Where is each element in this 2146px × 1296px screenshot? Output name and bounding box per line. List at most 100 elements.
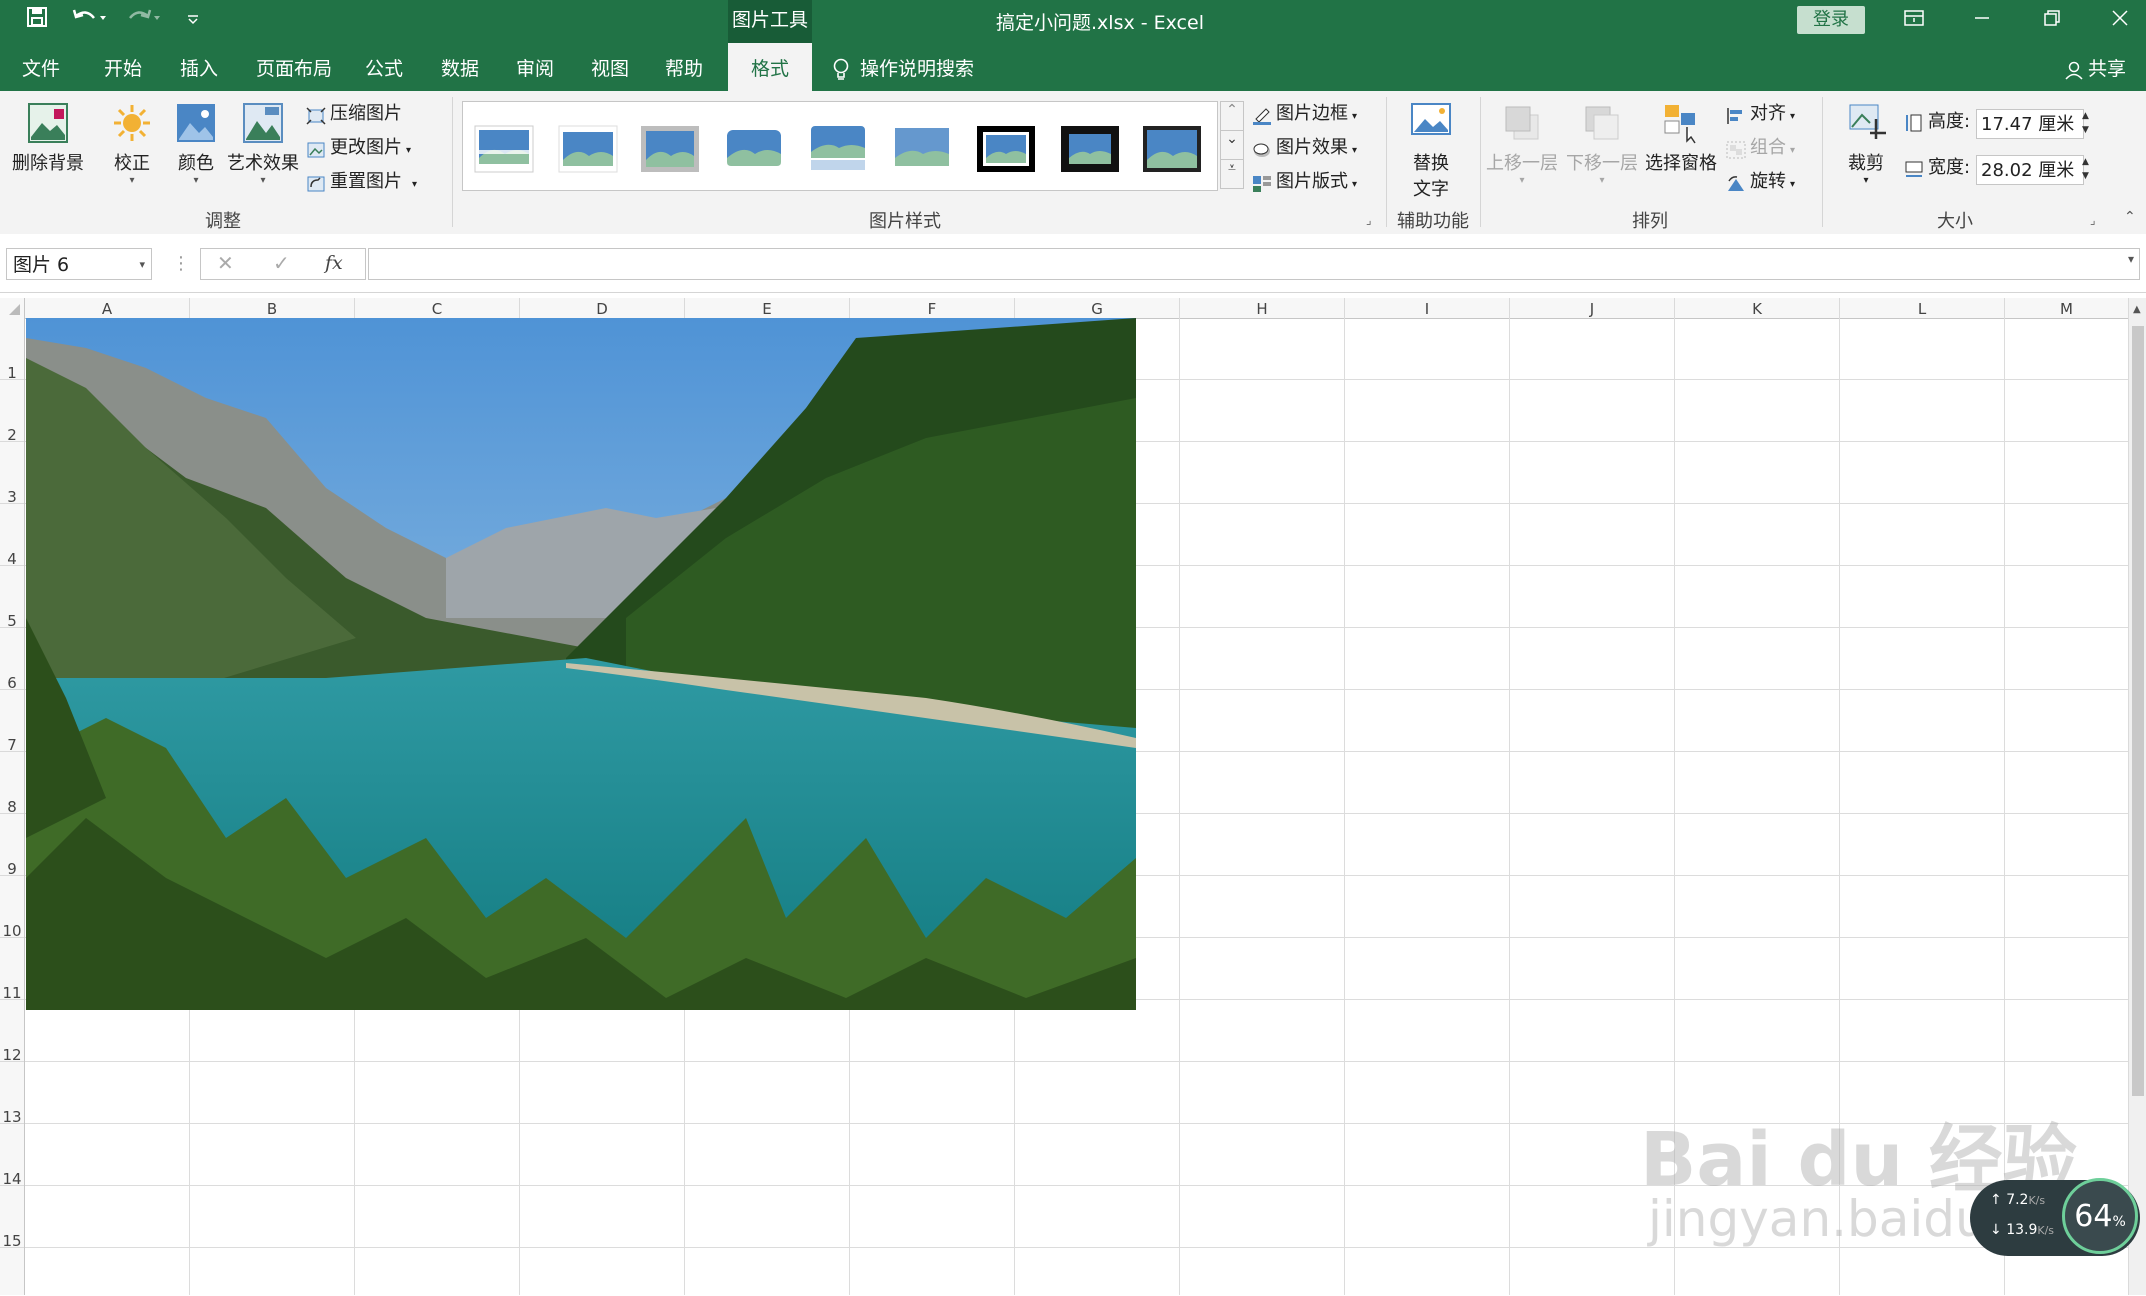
rotate-button[interactable]: 旋转 ▾ [1726,167,1795,197]
picture-style-soft-edge[interactable] [723,124,785,174]
crop-button[interactable]: 裁剪 ▾ [1836,101,1896,186]
dialog-launcher-icon[interactable]: ⌟ [1366,213,1372,227]
row-header[interactable]: 3 [0,442,24,506]
align-button[interactable]: 对齐 ▾ [1726,99,1795,129]
row-header[interactable]: 14 [0,1124,24,1188]
artistic-effects-button[interactable]: 艺术效果 ▾ [224,101,302,186]
column-header[interactable]: E [685,298,850,318]
column-header[interactable]: G [1015,298,1180,318]
picture-style-beveled-matte[interactable] [557,124,619,174]
picture-border-button[interactable]: 图片边框 ▾ [1252,99,1357,129]
tab-file[interactable]: 文件 [22,43,60,91]
formula-bar: 图片 6 ▾ ⋮ ✕ ✓ fx ▾ [0,234,2146,293]
row-header[interactable]: 4 [0,504,24,568]
change-picture-button[interactable]: 更改图片 ▾ [306,133,411,163]
height-spinner[interactable]: ▲ ▼ [2082,109,2089,137]
compress-pictures-button[interactable]: 压缩图片 [306,99,402,129]
name-box[interactable]: 图片 6 ▾ [6,248,152,280]
remove-background-button[interactable]: 删除背景 [8,101,88,175]
reset-picture-button[interactable]: 重置图片 ▾ [306,167,417,197]
picture-style-simple-frame-white[interactable] [473,124,535,174]
tab-page-layout[interactable]: 页面布局 [256,43,332,91]
color-label: 颜色 [178,153,214,174]
column-header[interactable]: I [1345,298,1510,318]
select-all-corner[interactable] [0,298,25,318]
tab-view[interactable]: 视图 [591,43,629,91]
scroll-up-icon[interactable]: ▲ [2133,304,2141,315]
row-header[interactable]: 12 [0,1000,24,1064]
row-header[interactable]: 6 [0,628,24,692]
expand-formula-icon[interactable]: ▾ [2128,252,2134,266]
cancel-icon[interactable]: ✕ [217,251,234,275]
redo-icon[interactable] [122,6,166,36]
vertical-scrollbar[interactable]: ▲ [2128,298,2146,1295]
tab-home[interactable]: 开始 [104,43,142,91]
gallery-up-icon[interactable]: ⌃ [1220,101,1244,131]
row-header[interactable]: 15 [0,1186,24,1250]
tab-insert[interactable]: 插入 [180,43,218,91]
gallery-down-icon[interactable]: ⌄ [1220,131,1244,160]
column-header[interactable]: F [850,298,1015,318]
corrections-button[interactable]: 校正 ▾ [106,101,158,186]
formula-input[interactable] [368,248,2140,280]
picture-style-simple-black[interactable] [1141,124,1203,174]
column-header[interactable]: M [2005,298,2129,318]
picture-style-thick-matte-black[interactable] [1059,124,1121,174]
download-value: 13.9 [2006,1222,2038,1238]
row-header[interactable]: 13 [0,1062,24,1126]
picture-style-metal-frame[interactable] [639,124,701,174]
login-button[interactable]: 登录 [1797,6,1865,34]
picture-effects-button[interactable]: 图片效果 ▾ [1252,133,1357,163]
insert-function-icon[interactable]: fx [325,252,343,274]
column-header[interactable]: B [190,298,355,318]
close-icon[interactable] [2100,4,2140,38]
width-input[interactable]: 28.02 厘米 [1976,155,2084,185]
send-backward-button[interactable]: 下移一层 ▾ [1564,101,1640,186]
minimize-icon[interactable] [1962,4,2002,38]
customize-quick-access-icon[interactable] [178,6,208,36]
restore-icon[interactable] [2032,4,2072,38]
save-icon[interactable] [22,6,52,36]
row-header[interactable]: 1 [0,318,24,382]
column-header[interactable]: H [1180,298,1345,318]
enter-icon[interactable]: ✓ [273,251,290,275]
row-header[interactable]: 9 [0,814,24,878]
height-input[interactable]: 17.47 厘米 [1976,109,2084,139]
gallery-more-icon[interactable]: ⩡ [1220,160,1244,189]
dialog-launcher-icon[interactable]: ⌟ [2090,213,2096,227]
column-header[interactable]: J [1510,298,1675,318]
row-header[interactable]: 7 [0,690,24,754]
column-header[interactable]: A [25,298,190,318]
selection-pane-button[interactable]: 选择窗格 [1640,101,1722,175]
tab-data[interactable]: 数据 [441,43,479,91]
share-button[interactable]: 共享 [2064,43,2126,91]
row-header[interactable]: 10 [0,876,24,940]
tell-me-search[interactable]: 操作说明搜索 [832,43,974,91]
row-header[interactable]: 5 [0,566,24,630]
inserted-picture-landscape[interactable] [26,318,1136,1010]
picture-style-black-frame[interactable] [975,124,1037,174]
ribbon-display-options-icon[interactable] [1894,4,1934,38]
column-header[interactable]: L [1840,298,2005,318]
tab-help[interactable]: 帮助 [665,43,703,91]
color-button[interactable]: 颜色 ▾ [170,101,222,186]
column-header[interactable]: C [355,298,520,318]
column-header[interactable]: D [520,298,685,318]
alt-text-button[interactable]: 替换 文字 [1396,101,1466,201]
tab-review[interactable]: 审阅 [516,43,554,91]
width-spinner[interactable]: ▲ ▼ [2082,155,2089,183]
tab-format[interactable]: 格式 [728,43,812,91]
row-header[interactable]: 2 [0,380,24,444]
scrollbar-thumb[interactable] [2132,326,2144,1096]
group-objects-button[interactable]: 组合 ▾ [1726,133,1795,163]
picture-style-soft-edge-rect[interactable] [891,124,953,174]
column-header[interactable]: K [1675,298,1840,318]
bring-forward-button[interactable]: 上移一层 ▾ [1484,101,1560,186]
row-header[interactable]: 8 [0,752,24,816]
row-header[interactable]: 11 [0,938,24,1002]
tab-formulas[interactable]: 公式 [365,43,403,91]
picture-layout-button[interactable]: 图片版式 ▾ [1252,167,1357,197]
picture-style-reflected[interactable] [807,124,869,174]
collapse-ribbon-icon[interactable]: ⌃ [2124,209,2136,225]
undo-icon[interactable] [66,6,110,36]
